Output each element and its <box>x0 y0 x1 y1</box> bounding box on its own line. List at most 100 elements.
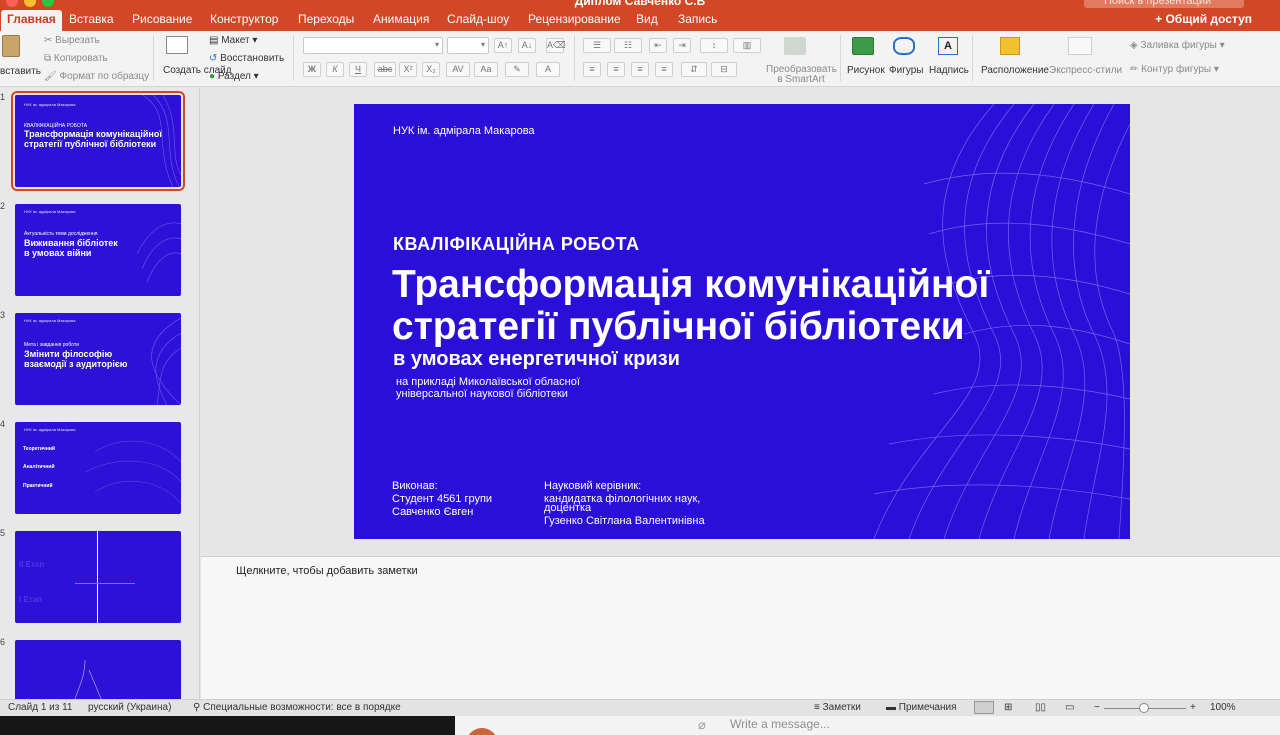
text-direction-button[interactable]: ⇵ <box>681 62 707 77</box>
shapes-icon[interactable] <box>893 37 915 55</box>
increase-indent-button[interactable]: ⇥ <box>673 38 691 53</box>
quick-styles-icon[interactable] <box>1068 37 1092 55</box>
paste-button[interactable]: вставить <box>0 66 41 77</box>
strikethrough-button[interactable]: abc <box>374 62 396 77</box>
textbox-icon[interactable]: A <box>938 37 958 55</box>
decrease-font-button[interactable]: A↓ <box>518 38 536 53</box>
tab-record[interactable]: Запись <box>678 10 717 31</box>
reset-button[interactable]: ↺ Восстановить <box>209 53 284 64</box>
zoom-in-button[interactable]: + <box>1190 702 1196 713</box>
new-slide-button[interactable]: Создать слайд <box>163 65 232 76</box>
slide-sorter-button[interactable]: ⊞ <box>1004 702 1012 713</box>
subscript-button[interactable]: X₂ <box>422 62 440 77</box>
thumbnail-item: Аналітичний <box>23 464 55 470</box>
format-painter-button[interactable]: 🖌 Формат по образцу <box>44 71 149 82</box>
bullets-button[interactable]: ☰ <box>583 38 611 53</box>
tab-draw[interactable]: Рисование <box>132 10 192 31</box>
shape-outline-button[interactable]: ✏ Контур фигуры ▾ <box>1130 64 1219 75</box>
clear-format-button[interactable]: A⌫ <box>546 38 566 53</box>
format-painter-label: Формат по образцу <box>59 71 150 82</box>
thumbnail-header: НУК ім. адмірала Макарова <box>24 102 76 107</box>
tab-slideshow[interactable]: Слайд-шоу <box>447 10 509 31</box>
slideshow-button[interactable]: ▭ <box>1065 702 1074 713</box>
ribbon-divider <box>153 35 154 81</box>
tab-review[interactable]: Рецензирование <box>528 10 621 31</box>
shape-fill-label: Заливка фигуры <box>1140 40 1217 51</box>
slide-thumbnail-2[interactable]: НУК ім. адмірала Макарова Актуальність т… <box>15 204 181 296</box>
thumbnail-title: взаємодії з аудиторією <box>24 359 128 369</box>
paste-icon[interactable] <box>2 35 20 57</box>
numbering-button[interactable]: ☷ <box>614 38 642 53</box>
change-case-button[interactable]: Aa <box>474 62 498 77</box>
message-input[interactable]: Write a message... <box>730 717 830 731</box>
highlight-button[interactable]: ✎ <box>505 62 529 77</box>
tab-insert[interactable]: Вставка <box>69 10 114 31</box>
shapes-button[interactable]: Фигуры <box>889 65 923 76</box>
slide-title-line-2: стратегії публічної бібліотеки <box>392 305 965 348</box>
comments-button[interactable]: ▬ Примечания <box>886 702 957 713</box>
bold-button[interactable]: Ж <box>303 62 321 77</box>
slide-thumbnail-5[interactable]: ІІ Етап І Етап <box>15 531 181 623</box>
convert-smartart-button[interactable]: Преобразовать в SmartArt <box>766 65 837 85</box>
current-slide[interactable]: НУК ім. адмірала Макарова КВАЛІФІКАЦІЙНА… <box>354 104 1130 539</box>
ribbon: вставить ✂ Вырезать ⧉ Копировать 🖌 Форма… <box>0 31 1280 87</box>
notes-toggle-button[interactable]: ≡ Заметки <box>814 702 861 713</box>
layout-button[interactable]: ▤ Макет ▾ <box>209 35 257 46</box>
italic-button[interactable]: К <box>326 62 344 77</box>
zoom-out-button[interactable]: − <box>1094 702 1100 713</box>
language-indicator[interactable]: русский (Украина) <box>88 702 171 713</box>
align-center-button[interactable]: ≡ <box>607 62 625 77</box>
author-label: Виконав: <box>392 480 438 492</box>
line-spacing-button[interactable]: ↕ <box>700 38 728 53</box>
underline-button[interactable]: Ч <box>349 62 367 77</box>
font-size-select[interactable]: ▾ <box>447 37 489 54</box>
cut-button[interactable]: ✂ Вырезать <box>44 35 100 46</box>
section-button[interactable]: ● Раздел ▾ <box>209 71 259 82</box>
tab-view[interactable]: Вид <box>636 10 658 31</box>
zoom-slider-handle[interactable] <box>1139 703 1149 713</box>
share-button[interactable]: + Общий доступ <box>1155 10 1252 31</box>
notes-placeholder[interactable]: Щелкните, чтобы добавить заметки <box>236 565 418 577</box>
tab-animation[interactable]: Анимация <box>373 10 429 31</box>
tab-home[interactable]: Главная <box>1 10 62 31</box>
character-spacing-button[interactable]: AV <box>446 62 470 77</box>
slide-thumbnail-1[interactable]: НУК ім. адмірала Макарова КВАЛІФІКАЦІЙНА… <box>11 91 185 191</box>
slide-thumbnail-3[interactable]: НУК ім. адмірала Макарова Мета і завданн… <box>15 313 181 405</box>
reading-view-button[interactable]: ▯▯ <box>1035 702 1046 713</box>
decrease-indent-button[interactable]: ⇤ <box>649 38 667 53</box>
new-slide-icon[interactable] <box>166 36 188 54</box>
ribbon-divider <box>840 35 841 81</box>
title-bar: Диплом Савченко С.В Поиск в презентации <box>0 0 1280 10</box>
normal-view-button[interactable] <box>974 701 994 714</box>
align-left-button[interactable]: ≡ <box>583 62 601 77</box>
superscript-button[interactable]: X² <box>399 62 417 77</box>
notes-pane[interactable]: Щелкните, чтобы добавить заметки <box>201 556 1280 699</box>
slide-thumbnail-4[interactable]: НУК ім. адмірала Макарова Теоретичний Ан… <box>15 422 181 514</box>
slide-thumbnail-panel[interactable]: 1 НУК ім. адмірала Макарова КВАЛІФІКАЦІЙ… <box>0 88 200 699</box>
shape-fill-button[interactable]: ◈ Заливка фигуры ▾ <box>1130 40 1225 51</box>
textbox-button[interactable]: Надпись <box>929 65 969 76</box>
copy-button[interactable]: ⧉ Копировать <box>44 53 108 64</box>
accessibility-status[interactable]: ⚲ Специальные возможности: все в порядке <box>193 702 401 713</box>
message-input-strip[interactable] <box>455 716 1280 735</box>
search-input[interactable]: Поиск в презентации <box>1084 0 1244 8</box>
section-label: Раздел <box>217 71 251 82</box>
tab-design[interactable]: Конструктор <box>210 10 278 31</box>
font-color-button[interactable]: A <box>536 62 560 77</box>
arrange-icon[interactable] <box>1000 37 1020 55</box>
tab-transitions[interactable]: Переходы <box>298 10 354 31</box>
arrange-button[interactable]: Расположение <box>981 65 1049 76</box>
paperclip-icon[interactable]: ⌀ <box>698 717 706 733</box>
increase-font-button[interactable]: A↑ <box>494 38 512 53</box>
align-text-button[interactable]: ⊟ <box>711 62 737 77</box>
slide-thumbnail-6[interactable] <box>15 640 181 699</box>
justify-button[interactable]: ≡ <box>655 62 673 77</box>
align-right-button[interactable]: ≡ <box>631 62 649 77</box>
smartart-icon[interactable] <box>784 37 806 55</box>
columns-button[interactable]: ▥ <box>733 38 761 53</box>
font-name-select[interactable]: ▾ <box>303 37 443 54</box>
picture-icon[interactable] <box>852 37 874 55</box>
picture-button[interactable]: Рисунок <box>847 65 885 76</box>
quick-styles-button[interactable]: Экспресс-стили <box>1049 65 1122 76</box>
zoom-level[interactable]: 100% <box>1210 702 1236 713</box>
